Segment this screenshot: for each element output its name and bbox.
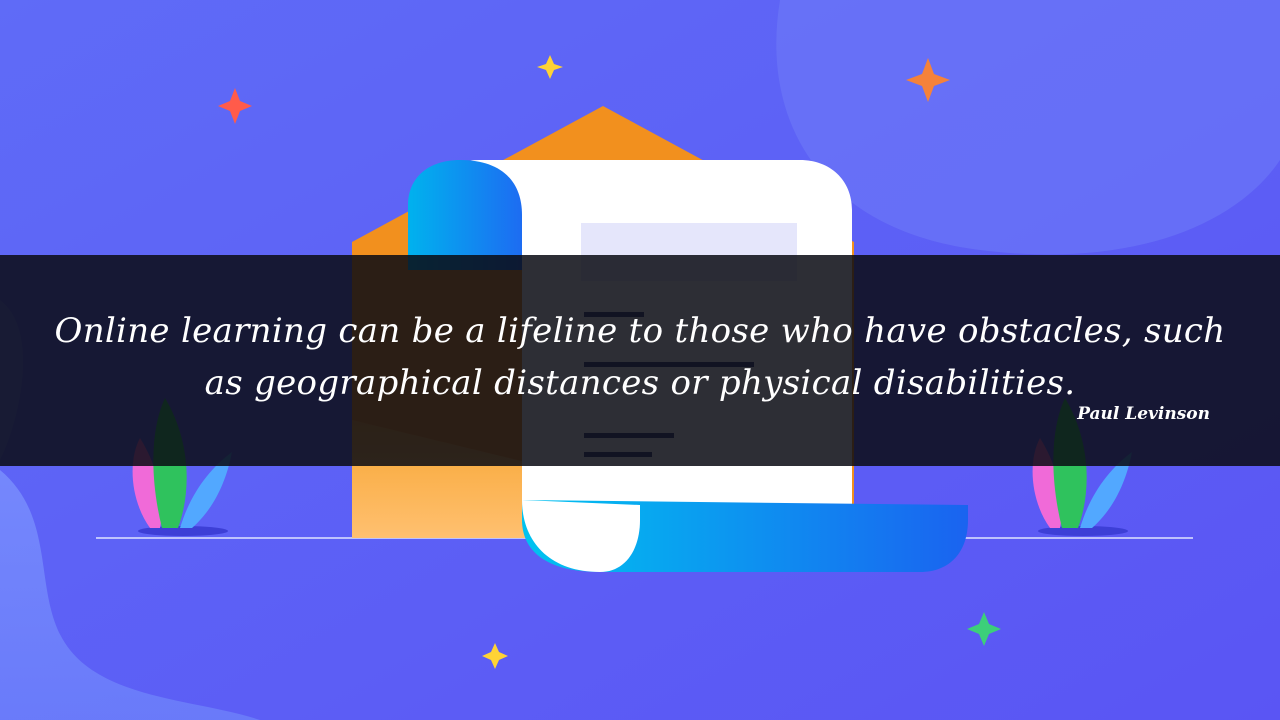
quote-text: Online learning can be a lifeline to tho… (54, 311, 1226, 403)
quote-author: Paul Levinson (1077, 404, 1210, 424)
